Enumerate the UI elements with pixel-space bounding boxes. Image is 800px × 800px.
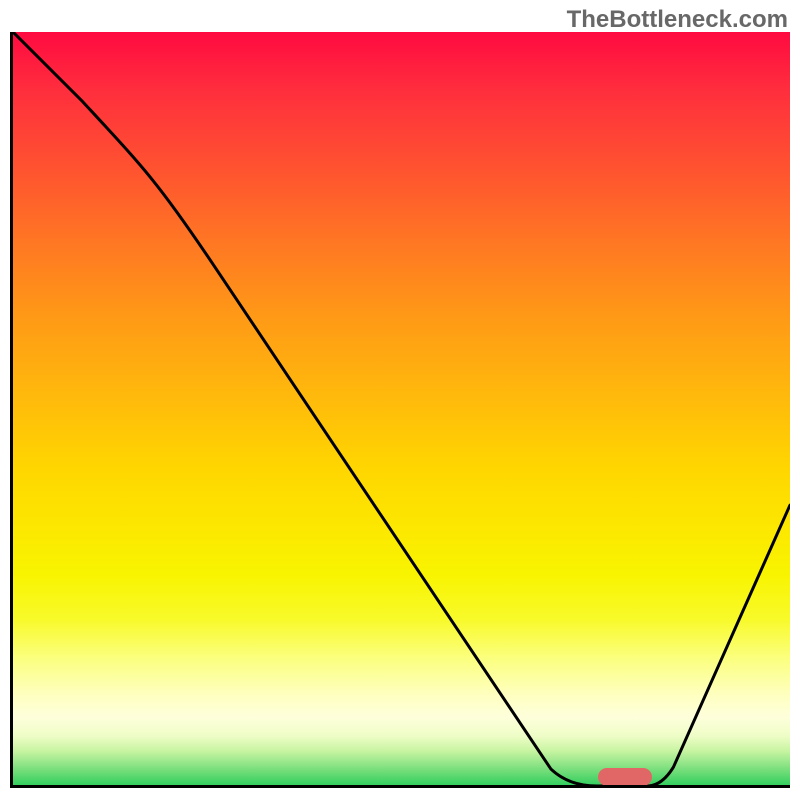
curve-path xyxy=(13,32,790,785)
watermark-text: TheBottleneck.com xyxy=(567,6,788,34)
chart-plot-area xyxy=(10,32,790,788)
bottleneck-curve xyxy=(13,32,790,785)
optimal-range-marker xyxy=(598,768,652,786)
